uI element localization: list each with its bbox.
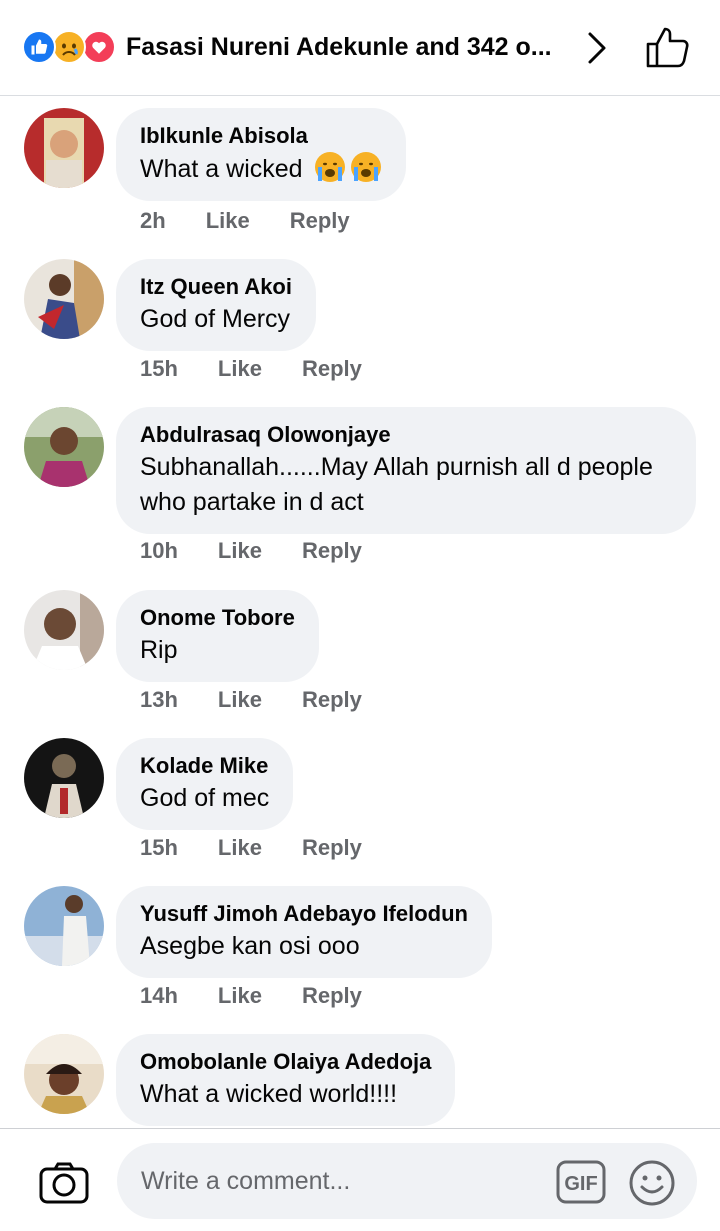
reply-link[interactable]: Reply xyxy=(302,356,362,382)
comment-text: God of mec xyxy=(140,784,270,812)
gif-icon: GIF xyxy=(556,1160,606,1204)
chevron-right-icon[interactable] xyxy=(580,28,616,68)
reactions-header[interactable]: Fasasi Nureni Adekunle and 342 o... xyxy=(0,0,720,96)
comment-bubble[interactable]: Itz Queen Akoi God of Mercy xyxy=(116,259,316,351)
reaction-icons xyxy=(22,30,122,64)
avatar[interactable] xyxy=(24,590,104,670)
comment-time: 2h xyxy=(140,208,166,233)
reply-link[interactable]: Reply xyxy=(302,983,362,1009)
comment-time: 15h xyxy=(140,356,178,381)
reply-link[interactable]: Reply xyxy=(290,208,350,234)
comment-text: What a wicked xyxy=(140,151,382,187)
comment-meta: 10h Like Reply xyxy=(140,538,362,564)
comment-bubble[interactable]: Onome Tobore Rip xyxy=(116,590,319,682)
comment-author[interactable]: Omobolanle Olaiya Adedoja xyxy=(140,1047,431,1077)
like-link[interactable]: Like xyxy=(218,983,262,1009)
thumbs-up-icon[interactable] xyxy=(644,24,692,70)
comment-meta: 2h Like Reply xyxy=(140,208,350,234)
gif-button[interactable]: GIF xyxy=(556,1160,606,1204)
reply-link[interactable]: Reply xyxy=(302,687,362,713)
comment-bubble[interactable]: Abdulrasaq Olowonjaye Subhanallah......M… xyxy=(116,407,696,534)
comment-author[interactable]: IbIkunle Abisola xyxy=(140,121,382,151)
like-link[interactable]: Like xyxy=(218,538,262,564)
reply-link[interactable]: Reply xyxy=(302,835,362,861)
comment-time: 15h xyxy=(140,835,178,860)
comment-text: Subhanallah......May Allah purnish all d… xyxy=(140,453,653,516)
comment-text: What a wicked world!!!! xyxy=(140,1080,398,1108)
avatar[interactable] xyxy=(24,407,104,487)
comment-text: God of Mercy xyxy=(140,305,291,333)
comment-input[interactable] xyxy=(117,1143,697,1219)
reply-link[interactable]: Reply xyxy=(302,538,362,564)
crying-face-icon xyxy=(314,152,345,182)
comment-meta: 13h Like Reply xyxy=(140,687,362,713)
avatar[interactable] xyxy=(24,1034,104,1114)
comment-meta: 14h Like Reply xyxy=(140,983,362,1009)
love-reaction-icon xyxy=(82,30,116,64)
reactions-summary[interactable]: Fasasi Nureni Adekunle and 342 o... xyxy=(126,30,576,64)
avatar[interactable] xyxy=(24,108,104,188)
comment-time: 14h xyxy=(140,983,178,1008)
avatar[interactable] xyxy=(24,259,104,339)
comment-bubble[interactable]: Kolade Mike God of mec xyxy=(116,738,294,830)
comment-time: 10h xyxy=(140,538,178,563)
like-link[interactable]: Like xyxy=(206,208,250,234)
comment-author[interactable]: Yusuff Jimoh Adebayo Ifelodun xyxy=(140,899,468,929)
comment-author[interactable]: Itz Queen Akoi xyxy=(140,272,292,302)
sad-reaction-icon xyxy=(52,30,86,64)
comment-bubble[interactable]: Yusuff Jimoh Adebayo Ifelodun Asegbe kan… xyxy=(116,886,492,978)
comment-time: 13h xyxy=(140,687,178,712)
comment-author[interactable]: Abdulrasaq Olowonjaye xyxy=(140,420,672,450)
crying-face-icon xyxy=(350,152,381,182)
gif-label: GIF xyxy=(564,1173,597,1195)
like-link[interactable]: Like xyxy=(218,835,262,861)
comment-bubble[interactable]: Omobolanle Olaiya Adedoja What a wicked … xyxy=(116,1034,456,1126)
comment-meta: 15h Like Reply xyxy=(140,835,362,861)
comment-author[interactable]: Kolade Mike xyxy=(140,751,269,781)
comment-meta: 15h Like Reply xyxy=(140,356,362,382)
comment-text: Asegbe kan osi ooo xyxy=(140,932,360,960)
comment-composer: GIF xyxy=(0,1128,720,1231)
comment-text: Rip xyxy=(140,636,178,664)
like-reaction-icon xyxy=(22,30,56,64)
avatar[interactable] xyxy=(24,886,104,966)
comment-author[interactable]: Onome Tobore xyxy=(140,603,295,633)
avatar[interactable] xyxy=(24,738,104,818)
like-link[interactable]: Like xyxy=(218,687,262,713)
comment-bubble[interactable]: IbIkunle Abisola What a wicked xyxy=(116,108,406,201)
camera-icon[interactable] xyxy=(38,1161,90,1205)
like-link[interactable]: Like xyxy=(218,356,262,382)
emoji-picker-icon[interactable] xyxy=(628,1159,676,1207)
